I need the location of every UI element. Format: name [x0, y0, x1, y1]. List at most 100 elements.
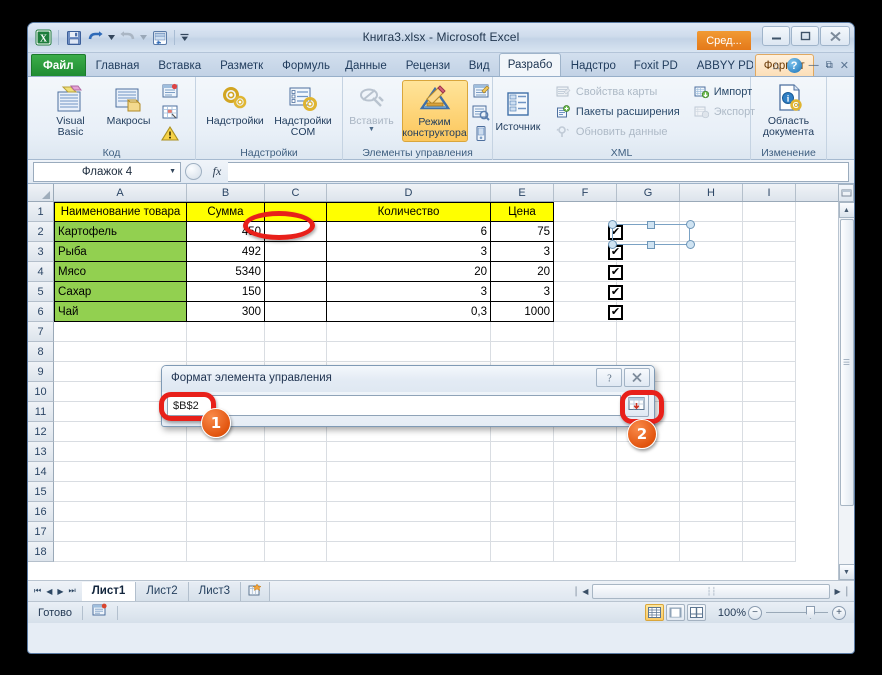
resize-handle-top-right[interactable]: [686, 220, 695, 229]
tab-review[interactable]: Рецензи: [397, 54, 459, 76]
tab-developer[interactable]: Разрабо: [498, 53, 561, 76]
sheet-tab-list2[interactable]: Лист2: [136, 581, 189, 601]
checkbox-control-row6[interactable]: ✔: [608, 305, 623, 320]
column-header-h[interactable]: H: [680, 184, 743, 201]
cell-C3[interactable]: [265, 242, 327, 262]
cell-G6[interactable]: [617, 302, 680, 322]
workbook-restore-icon[interactable]: ⧉: [826, 60, 833, 71]
row-header-9[interactable]: 9: [28, 362, 54, 382]
record-macro-button[interactable]: [159, 81, 181, 101]
help-icon[interactable]: ?: [786, 58, 802, 73]
row-header-5[interactable]: 5: [28, 282, 54, 302]
tab-abbyy-pdf[interactable]: ABBYY PD: [688, 54, 754, 76]
cell-D6[interactable]: 0,3: [327, 302, 491, 322]
tab-addins[interactable]: Надстро: [562, 54, 624, 76]
tab-home[interactable]: Главная: [87, 54, 149, 76]
cell-I3[interactable]: [743, 242, 796, 262]
cell-G1[interactable]: [617, 202, 680, 222]
cell-A4[interactable]: Мясо: [54, 262, 187, 282]
cell-G4[interactable]: [617, 262, 680, 282]
cell-E1[interactable]: Цена: [491, 202, 554, 222]
cell-H6[interactable]: [680, 302, 743, 322]
column-header-d[interactable]: D: [327, 184, 491, 201]
insert-control-button[interactable]: Вставить ▼: [344, 80, 400, 133]
scroll-down-button[interactable]: ▼: [838, 564, 854, 580]
cell-F1[interactable]: [554, 202, 617, 222]
column-header-e[interactable]: E: [491, 184, 554, 201]
use-relative-references-button[interactable]: [159, 102, 181, 122]
zoom-out-button[interactable]: −: [748, 605, 762, 620]
cell-D1[interactable]: Количество: [327, 202, 491, 222]
cell-D4[interactable]: 20: [327, 262, 491, 282]
name-box[interactable]: Флажок 4 ▼: [33, 161, 181, 182]
cell-B3[interactable]: 492: [187, 242, 265, 262]
cell-A5[interactable]: Сахар: [54, 282, 187, 302]
cell-H4[interactable]: [680, 262, 743, 282]
dialog-range-picker[interactable]: [624, 394, 649, 417]
cell-G5[interactable]: [617, 282, 680, 302]
design-mode-button[interactable]: Режим конструктора: [401, 80, 468, 142]
column-header-f[interactable]: F: [554, 184, 617, 201]
row-header-14[interactable]: 14: [28, 462, 54, 482]
record-macro-status-button[interactable]: [83, 603, 117, 622]
cell-C1[interactable]: [265, 202, 327, 222]
row-header-4[interactable]: 4: [28, 262, 54, 282]
row-header-18[interactable]: 18: [28, 542, 54, 562]
tab-data[interactable]: Данные: [336, 54, 396, 76]
page-break-view-button[interactable]: [687, 604, 706, 621]
h-scroll-right-button[interactable]: ▶: [832, 587, 842, 596]
vertical-scrollbar[interactable]: ▲ ☰ ▼: [838, 202, 854, 580]
name-box-dropdown-icon[interactable]: ▼: [169, 168, 176, 175]
cell-A1[interactable]: Наименование товара: [54, 202, 187, 222]
cell-B4[interactable]: 5340: [187, 262, 265, 282]
xml-source-button[interactable]: Источник: [485, 86, 551, 133]
resize-handle-top-center[interactable]: [647, 221, 655, 229]
checkbox-control-row5[interactable]: ✔: [608, 285, 623, 300]
com-addins-button[interactable]: Надстройки COM: [270, 80, 336, 138]
tab-page-layout[interactable]: Разметк: [211, 54, 272, 76]
row-header-12[interactable]: 12: [28, 422, 54, 442]
cell-I6[interactable]: [743, 302, 796, 322]
normal-view-button[interactable]: [645, 604, 664, 621]
cell-H1[interactable]: [680, 202, 743, 222]
page-layout-view-button[interactable]: [666, 604, 685, 621]
checkbox-control-row4[interactable]: ✔: [608, 265, 623, 280]
resize-handle-top-left[interactable]: [608, 220, 617, 229]
dialog-help-button[interactable]: ?: [596, 368, 622, 387]
row-header-8[interactable]: 8: [28, 342, 54, 362]
horizontal-scrollbar[interactable]: ❘ ◀ ┆┆ ▶ ❘: [572, 581, 854, 602]
import-item[interactable]: Импорт: [691, 83, 758, 101]
cell-C5[interactable]: [265, 282, 327, 302]
next-sheet-button[interactable]: ▶: [57, 587, 63, 596]
cell-H5[interactable]: [680, 282, 743, 302]
cell-B5[interactable]: 150: [187, 282, 265, 302]
cell-C2[interactable]: [265, 222, 327, 242]
cell-B1[interactable]: Сумма: [187, 202, 265, 222]
export-item[interactable]: Экспорт: [691, 103, 758, 121]
dialog-close-button[interactable]: [624, 368, 650, 387]
h-split-right[interactable]: ❘: [843, 586, 854, 597]
workbook-minimize-icon[interactable]: —: [809, 60, 819, 71]
tab-foxit-pdf[interactable]: Foxit PD: [625, 54, 687, 76]
prev-sheet-button[interactable]: ◀: [46, 587, 52, 596]
row-header-7[interactable]: 7: [28, 322, 54, 342]
cell-I1[interactable]: [743, 202, 796, 222]
refresh-data-item[interactable]: Обновить данные: [553, 123, 683, 141]
scroll-up-button[interactable]: ▲: [838, 202, 854, 218]
tab-view[interactable]: Вид: [460, 54, 498, 76]
sheet-tab-list3[interactable]: Лист3: [188, 581, 242, 601]
cell-A6[interactable]: Чай: [54, 302, 187, 322]
row-header-1[interactable]: 1: [28, 202, 54, 222]
row-header-17[interactable]: 17: [28, 522, 54, 542]
column-header-c[interactable]: C: [265, 184, 327, 201]
window-close-button[interactable]: [820, 26, 850, 46]
cell-E3[interactable]: 3: [491, 242, 554, 262]
tab-formulas[interactable]: Формуль: [273, 54, 335, 76]
document-panel-button[interactable]: i Область документа: [756, 80, 822, 138]
sheet-tab-list1[interactable]: Лист1: [81, 581, 137, 601]
zoom-slider[interactable]: − +: [748, 605, 846, 620]
tab-insert[interactable]: Вставка: [149, 54, 210, 76]
cell-D5[interactable]: 3: [327, 282, 491, 302]
last-sheet-button[interactable]: ⏭: [69, 586, 76, 596]
resize-handle-bottom-left[interactable]: [608, 240, 617, 249]
